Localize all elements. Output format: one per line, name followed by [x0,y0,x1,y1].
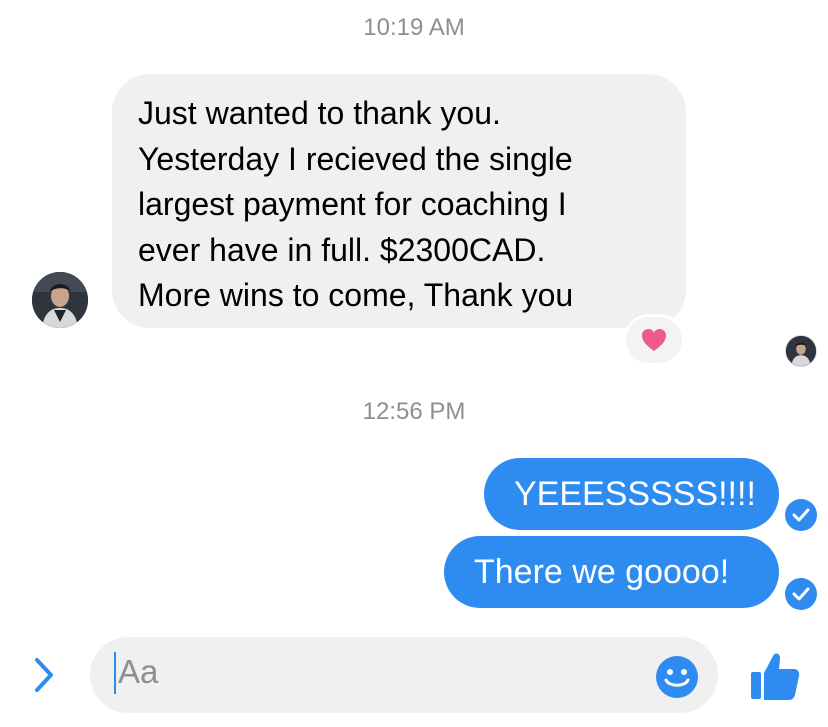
avatar-photo [786,336,816,366]
chevron-right-icon[interactable] [33,656,55,699]
sender-avatar[interactable] [32,272,88,328]
message-line: largest payment for coaching I [138,186,567,222]
message-line: More wins to come, Thank you [138,277,574,313]
outgoing-message-bubble[interactable]: YEEESSSSS!!!! [484,458,779,530]
read-receipt-avatar [785,335,817,367]
thumbs-up-icon[interactable] [749,650,801,707]
message-text: YEEESSSSS!!!! [514,474,756,513]
message-line: Yesterday I recieved the single [138,140,573,177]
timestamp: 12:56 PM [362,398,466,425]
message-text: There we goooo! [474,552,730,591]
smiley-icon[interactable] [654,654,700,705]
message-input[interactable] [118,653,598,691]
message-line: ever have in full. $2300CAD. [138,231,546,268]
incoming-message-bubble[interactable]: Just wanted to thank you. Yesterday I re… [112,74,686,328]
check-circle-icon [785,578,817,610]
timestamp: 10:19 AM [363,14,465,41]
outgoing-message-bubble[interactable]: There we goooo! [444,536,779,608]
message-reaction[interactable] [626,317,682,363]
text-cursor [114,652,116,694]
check-circle-icon [785,499,817,531]
avatar-photo [32,272,88,328]
message-line: Just wanted to thank you. [138,95,501,131]
heart-icon [642,329,666,351]
